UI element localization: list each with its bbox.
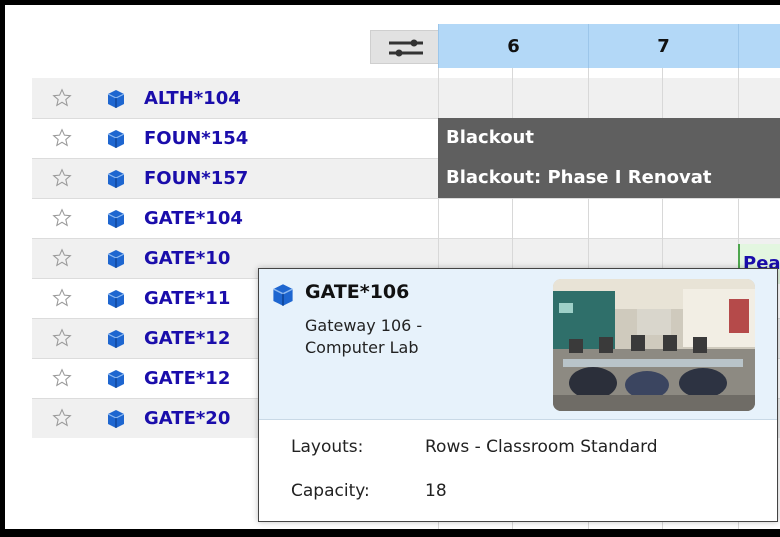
star-outline-icon[interactable]: [52, 288, 72, 308]
hour-header-8: [738, 24, 780, 68]
capacity-value: 18: [425, 481, 447, 501]
hour-header-6: 6: [438, 24, 588, 68]
room-link[interactable]: GATE*20: [144, 408, 230, 429]
star-outline-icon[interactable]: [52, 88, 72, 108]
cube-icon: [107, 210, 125, 228]
room-row: GATE*104: [32, 198, 780, 238]
cube-icon: [107, 370, 125, 388]
popup-room-description: Gateway 106 - Computer Lab: [305, 316, 423, 357]
layouts-value: Rows - Classroom Standard: [425, 437, 658, 457]
star-outline-icon[interactable]: [52, 128, 72, 148]
bottom-border: [0, 529, 780, 537]
row-divider: [32, 198, 780, 199]
star-outline-icon[interactable]: [52, 368, 72, 388]
row-divider: [32, 238, 780, 239]
cube-icon: [107, 130, 125, 148]
capacity-label: Capacity:: [291, 481, 370, 501]
cube-icon: [107, 250, 125, 268]
hour-label: 6: [507, 35, 520, 57]
hour-header-7: 7: [588, 24, 738, 68]
popup-room-title: GATE*106: [305, 281, 410, 303]
cube-icon: [107, 330, 125, 348]
room-link[interactable]: GATE*10: [144, 248, 230, 269]
room-link[interactable]: GATE*12: [144, 368, 230, 389]
room-details-popup: GATE*106 Gateway 106 - Computer Lab Layo…: [258, 268, 778, 522]
popup-divider: [259, 419, 777, 420]
room-link[interactable]: GATE*12: [144, 328, 230, 349]
classroom-photo: [553, 279, 755, 411]
room-photo: [553, 279, 755, 411]
room-link[interactable]: GATE*104: [144, 208, 243, 229]
room-link[interactable]: FOUN*154: [144, 128, 248, 149]
star-outline-icon[interactable]: [52, 408, 72, 428]
star-outline-icon[interactable]: [52, 168, 72, 188]
layouts-label: Layouts:: [291, 437, 364, 457]
filter-settings-button[interactable]: [370, 30, 440, 64]
sliders-icon: [389, 39, 423, 57]
grid-header: 6 7: [32, 24, 780, 68]
blackout-event[interactable]: Blackout: [438, 118, 780, 158]
room-row: ALTH*104: [32, 78, 780, 118]
cube-icon: [107, 290, 125, 308]
hour-label: 7: [657, 35, 670, 57]
cube-icon: [107, 170, 125, 188]
cube-icon: [107, 90, 125, 108]
room-link[interactable]: ALTH*104: [144, 88, 241, 109]
cube-icon: [273, 284, 293, 306]
room-link[interactable]: GATE*11: [144, 288, 230, 309]
cube-icon: [107, 410, 125, 428]
room-link[interactable]: FOUN*157: [144, 168, 248, 189]
blackout-event[interactable]: Blackout: Phase I Renovat: [438, 158, 780, 198]
star-outline-icon[interactable]: [52, 328, 72, 348]
star-outline-icon[interactable]: [52, 248, 72, 268]
star-outline-icon[interactable]: [52, 208, 72, 228]
